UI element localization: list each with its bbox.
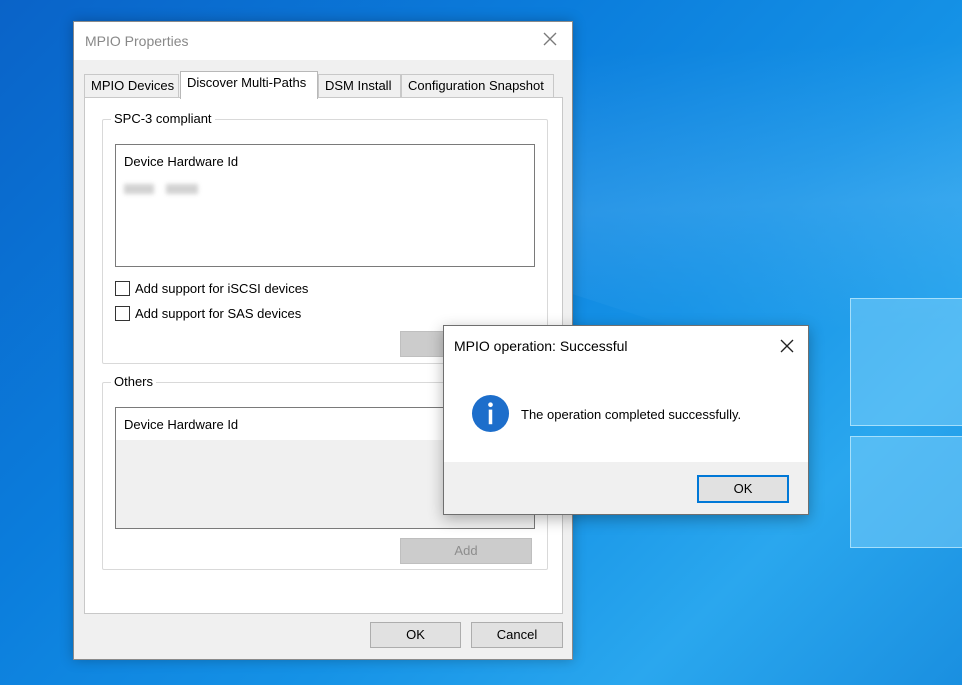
title-bar[interactable]: MPIO Properties — [74, 22, 572, 60]
tab-mpio-devices[interactable]: MPIO Devices — [84, 74, 179, 98]
close-icon[interactable] — [540, 29, 560, 49]
spc3-group-label: SPC-3 compliant — [111, 111, 215, 126]
blurred-device-id — [124, 184, 154, 194]
windows-logo-pane-top — [850, 298, 962, 426]
spc3-list-header: Device Hardware Id — [124, 154, 239, 169]
sas-support-label: Add support for SAS devices — [135, 306, 302, 321]
message-text: The operation completed successfully. — [521, 407, 742, 422]
info-icon — [471, 394, 510, 433]
iscsi-support-label: Add support for iSCSI devices — [135, 281, 309, 296]
window-title: MPIO Properties — [85, 33, 189, 49]
iscsi-support-checkbox-row[interactable]: Add support for iSCSI devices — [115, 281, 308, 296]
windows-logo-pane-bottom — [850, 436, 962, 548]
tab-discover-multi-paths[interactable]: Discover Multi-Paths — [180, 71, 318, 99]
message-ok-button[interactable]: OK — [697, 475, 789, 503]
others-group-label: Others — [111, 374, 157, 389]
mpio-operation-message-box: MPIO operation: Successful The operation… — [443, 325, 809, 515]
others-list-header: Device Hardware Id — [124, 417, 239, 432]
close-icon[interactable] — [778, 337, 796, 355]
windows-logo — [850, 298, 962, 598]
others-add-button[interactable]: Add — [400, 538, 532, 564]
tab-dsm-install[interactable]: DSM Install — [318, 74, 401, 98]
spc3-device-list[interactable]: Device Hardware Id — [115, 144, 535, 267]
cancel-button[interactable]: Cancel — [471, 622, 563, 648]
blurred-device-id — [166, 184, 198, 194]
tab-strip: MPIO Devices Discover Multi-Paths DSM In… — [84, 71, 564, 99]
tab-configuration-snapshot[interactable]: Configuration Snapshot — [401, 74, 554, 98]
sas-support-checkbox[interactable] — [115, 306, 130, 321]
message-box-footer: OK — [444, 462, 808, 514]
message-box-title: MPIO operation: Successful — [454, 338, 628, 354]
sas-support-checkbox-row[interactable]: Add support for SAS devices — [115, 306, 301, 321]
iscsi-support-checkbox[interactable] — [115, 281, 130, 296]
ok-button[interactable]: OK — [370, 622, 461, 648]
